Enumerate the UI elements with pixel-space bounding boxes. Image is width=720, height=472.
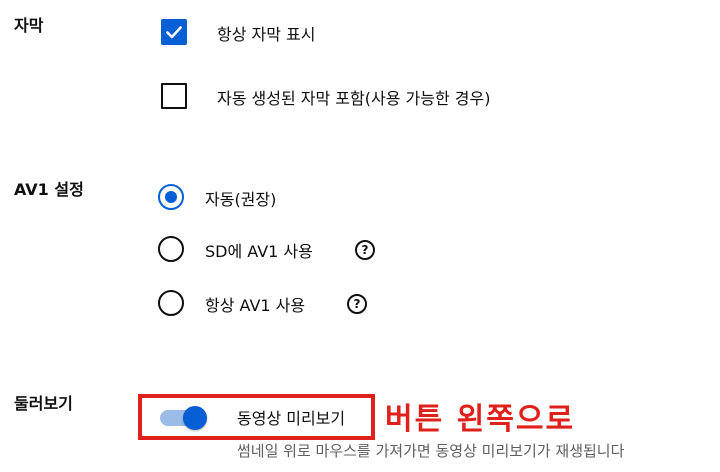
auto-generated-captions-checkbox[interactable] xyxy=(161,83,187,109)
always-show-captions-label: 항상 자막 표시 xyxy=(217,25,316,44)
av1-sd-help-icon[interactable]: ? xyxy=(355,240,375,260)
av1-sd-radio[interactable] xyxy=(158,236,184,262)
video-preview-toggle[interactable] xyxy=(160,404,212,432)
video-preview-description: 썸네일 위로 마우스를 가져가면 동영상 미리보기가 재생됩니다 xyxy=(237,442,625,460)
annotation-text: 버튼 왼쪽으로 xyxy=(385,402,576,437)
captions-section-label: 자막 xyxy=(14,16,44,35)
checkmark-icon xyxy=(166,26,182,39)
always-show-captions-checkbox[interactable] xyxy=(161,19,187,45)
av1-section-label: AV1 설정 xyxy=(14,180,84,199)
av1-always-label: 항상 AV1 사용 xyxy=(205,296,306,315)
av1-auto-label: 자동(권장) xyxy=(205,190,277,209)
av1-always-help-icon[interactable]: ? xyxy=(347,294,367,314)
av1-sd-label: SD에 AV1 사용 xyxy=(205,242,313,261)
video-preview-label: 동영상 미리보기 xyxy=(237,409,346,428)
auto-generated-captions-label: 자동 생성된 자막 포함(사용 가능한 경우) xyxy=(217,89,491,108)
av1-auto-radio[interactable] xyxy=(158,184,184,210)
av1-always-radio[interactable] xyxy=(158,290,184,316)
toggle-knob xyxy=(183,406,207,430)
browse-section-label: 둘러보기 xyxy=(14,394,73,413)
radio-selected-dot xyxy=(165,191,177,203)
